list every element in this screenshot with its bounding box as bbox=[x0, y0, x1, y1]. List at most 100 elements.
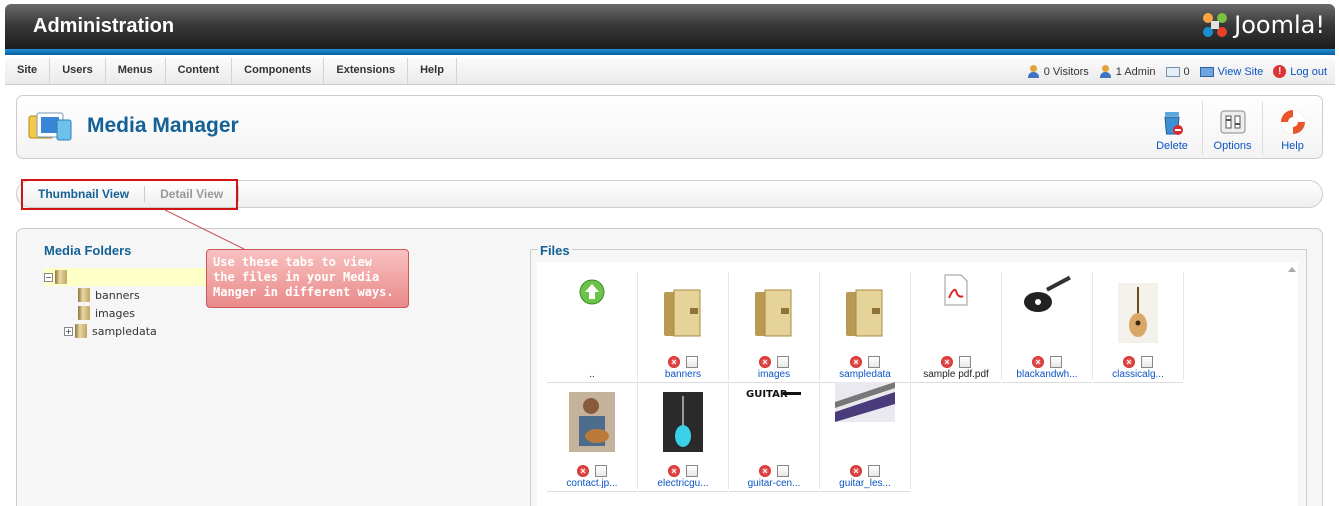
select-checkbox[interactable] bbox=[777, 465, 789, 477]
admin-user-icon bbox=[1099, 65, 1112, 78]
lifebuoy-icon bbox=[1278, 107, 1308, 137]
delete-file-icon[interactable]: × bbox=[759, 356, 771, 368]
folder-tree-item[interactable]: banners bbox=[78, 286, 140, 304]
status-bar: 0 Visitors 1 Admin 0 View Site ! Log out bbox=[1027, 58, 1327, 85]
file-item-folder[interactable]: × sampledata bbox=[820, 272, 911, 383]
logout-icon: ! bbox=[1273, 65, 1287, 78]
pdf-file-icon bbox=[911, 272, 1001, 354]
folder-icon bbox=[638, 272, 728, 354]
toolbar-buttons: Delete Options Help bbox=[1142, 101, 1322, 155]
up-arrow-icon bbox=[547, 272, 637, 354]
logout-link[interactable]: ! Log out bbox=[1273, 65, 1327, 78]
menu-bar: Site Users Menus Content Components Exte… bbox=[5, 58, 1335, 85]
delete-file-icon[interactable]: × bbox=[577, 465, 589, 477]
file-name[interactable]: contact.jp... bbox=[547, 478, 637, 492]
delete-file-icon[interactable]: × bbox=[941, 356, 953, 368]
delete-file-icon[interactable]: × bbox=[1032, 356, 1044, 368]
messages-icon bbox=[1165, 66, 1180, 77]
file-item-image[interactable]: × blackandwh... bbox=[1002, 272, 1093, 383]
file-controls: × bbox=[820, 356, 910, 370]
visitors-status: 0 Visitors bbox=[1027, 65, 1089, 78]
select-checkbox[interactable] bbox=[868, 356, 880, 368]
visitors-icon bbox=[1027, 65, 1040, 78]
files-scrollbar[interactable] bbox=[1285, 262, 1298, 506]
file-controls: × bbox=[638, 465, 728, 479]
file-item-image[interactable]: × electricgu... bbox=[638, 381, 729, 492]
menu-content[interactable]: Content bbox=[166, 58, 233, 85]
folder-tree-root[interactable]: − bbox=[44, 268, 209, 286]
file-item-image[interactable]: × guitar_les... bbox=[820, 381, 911, 492]
image-thumbnail bbox=[547, 381, 637, 463]
delete-button[interactable]: Delete bbox=[1142, 101, 1202, 155]
file-item-image[interactable]: × classicalg... bbox=[1093, 272, 1184, 383]
delete-file-icon[interactable]: × bbox=[850, 465, 862, 477]
messages-count: 0 bbox=[1183, 65, 1190, 78]
select-checkbox[interactable] bbox=[1050, 356, 1062, 368]
menu-menus[interactable]: Menus bbox=[106, 58, 166, 85]
file-name[interactable]: guitar_les... bbox=[820, 478, 910, 492]
menu-users[interactable]: Users bbox=[50, 58, 106, 85]
help-button[interactable]: Help bbox=[1262, 101, 1322, 155]
select-checkbox[interactable] bbox=[959, 356, 971, 368]
file-name[interactable]: electricgu... bbox=[638, 478, 728, 492]
messages-status[interactable]: 0 bbox=[1165, 65, 1190, 78]
logout-label: Log out bbox=[1290, 65, 1327, 78]
file-name[interactable]: guitar-cen... bbox=[729, 478, 819, 492]
folder-tree-item[interactable]: images bbox=[78, 304, 135, 322]
select-checkbox[interactable] bbox=[686, 356, 698, 368]
file-name[interactable]: blackandwh... bbox=[1002, 369, 1092, 383]
menu-components[interactable]: Components bbox=[232, 58, 325, 85]
folder-tree-item[interactable]: + sampledata bbox=[64, 322, 157, 340]
folder-icon bbox=[820, 272, 910, 354]
menu-help[interactable]: Help bbox=[408, 58, 457, 85]
admins-label: 1 Admin bbox=[1115, 65, 1156, 78]
view-site-link[interactable]: View Site bbox=[1199, 65, 1264, 78]
file-item-up[interactable]: .. bbox=[547, 272, 638, 383]
page-toolbar: Media Manager Delete Options Help bbox=[16, 95, 1323, 159]
menu-extensions[interactable]: Extensions bbox=[324, 58, 409, 85]
media-manager-icon bbox=[27, 110, 73, 144]
help-callout: Use these tabs to view the files in your… bbox=[206, 249, 409, 308]
view-site-label: View Site bbox=[1217, 65, 1264, 78]
select-checkbox[interactable] bbox=[1141, 356, 1153, 368]
folder-icon bbox=[55, 270, 67, 284]
joomla-logo: Joomla! bbox=[1200, 10, 1325, 40]
folder-icon bbox=[729, 272, 819, 354]
folder-label: banners bbox=[95, 288, 140, 302]
select-checkbox[interactable] bbox=[595, 465, 607, 477]
collapse-icon[interactable]: − bbox=[44, 272, 53, 282]
options-icon bbox=[1218, 107, 1248, 137]
delete-file-icon[interactable]: × bbox=[759, 465, 771, 477]
image-thumbnail bbox=[1002, 272, 1092, 354]
select-checkbox[interactable] bbox=[686, 465, 698, 477]
callout-line-3: Manger in different ways. bbox=[213, 285, 394, 299]
file-item-image[interactable]: × contact.jp... bbox=[547, 381, 638, 492]
file-item-folder[interactable]: × images bbox=[729, 272, 820, 383]
delete-file-icon[interactable]: × bbox=[668, 465, 680, 477]
file-name[interactable]: sample pdf.pdf bbox=[911, 369, 1001, 383]
delete-label: Delete bbox=[1156, 140, 1188, 152]
monitor-icon bbox=[1199, 66, 1214, 77]
file-item-pdf[interactable]: × sample pdf.pdf bbox=[911, 272, 1002, 383]
admins-status: 1 Admin bbox=[1099, 65, 1156, 78]
options-button[interactable]: Options bbox=[1202, 101, 1262, 155]
delete-file-icon[interactable]: × bbox=[850, 356, 862, 368]
folder-icon bbox=[78, 288, 90, 302]
select-checkbox[interactable] bbox=[868, 465, 880, 477]
file-controls: × bbox=[820, 465, 910, 479]
help-label: Help bbox=[1281, 140, 1304, 152]
file-controls: × bbox=[729, 465, 819, 479]
file-item-image[interactable]: GUITAR × guitar-cen... bbox=[729, 381, 820, 492]
folder-label: images bbox=[95, 306, 135, 320]
folder-icon bbox=[75, 324, 87, 338]
delete-file-icon[interactable]: × bbox=[668, 356, 680, 368]
select-checkbox[interactable] bbox=[777, 356, 789, 368]
file-item-folder[interactable]: × banners bbox=[638, 272, 729, 383]
delete-file-icon[interactable]: × bbox=[1123, 356, 1135, 368]
expand-icon[interactable]: + bbox=[64, 326, 73, 336]
menu-site[interactable]: Site bbox=[5, 58, 51, 85]
file-controls: × bbox=[729, 356, 819, 370]
scroll-up-icon[interactable] bbox=[1288, 267, 1296, 272]
file-name[interactable]: classicalg... bbox=[1093, 369, 1183, 383]
header-blue-strip bbox=[5, 49, 1335, 55]
